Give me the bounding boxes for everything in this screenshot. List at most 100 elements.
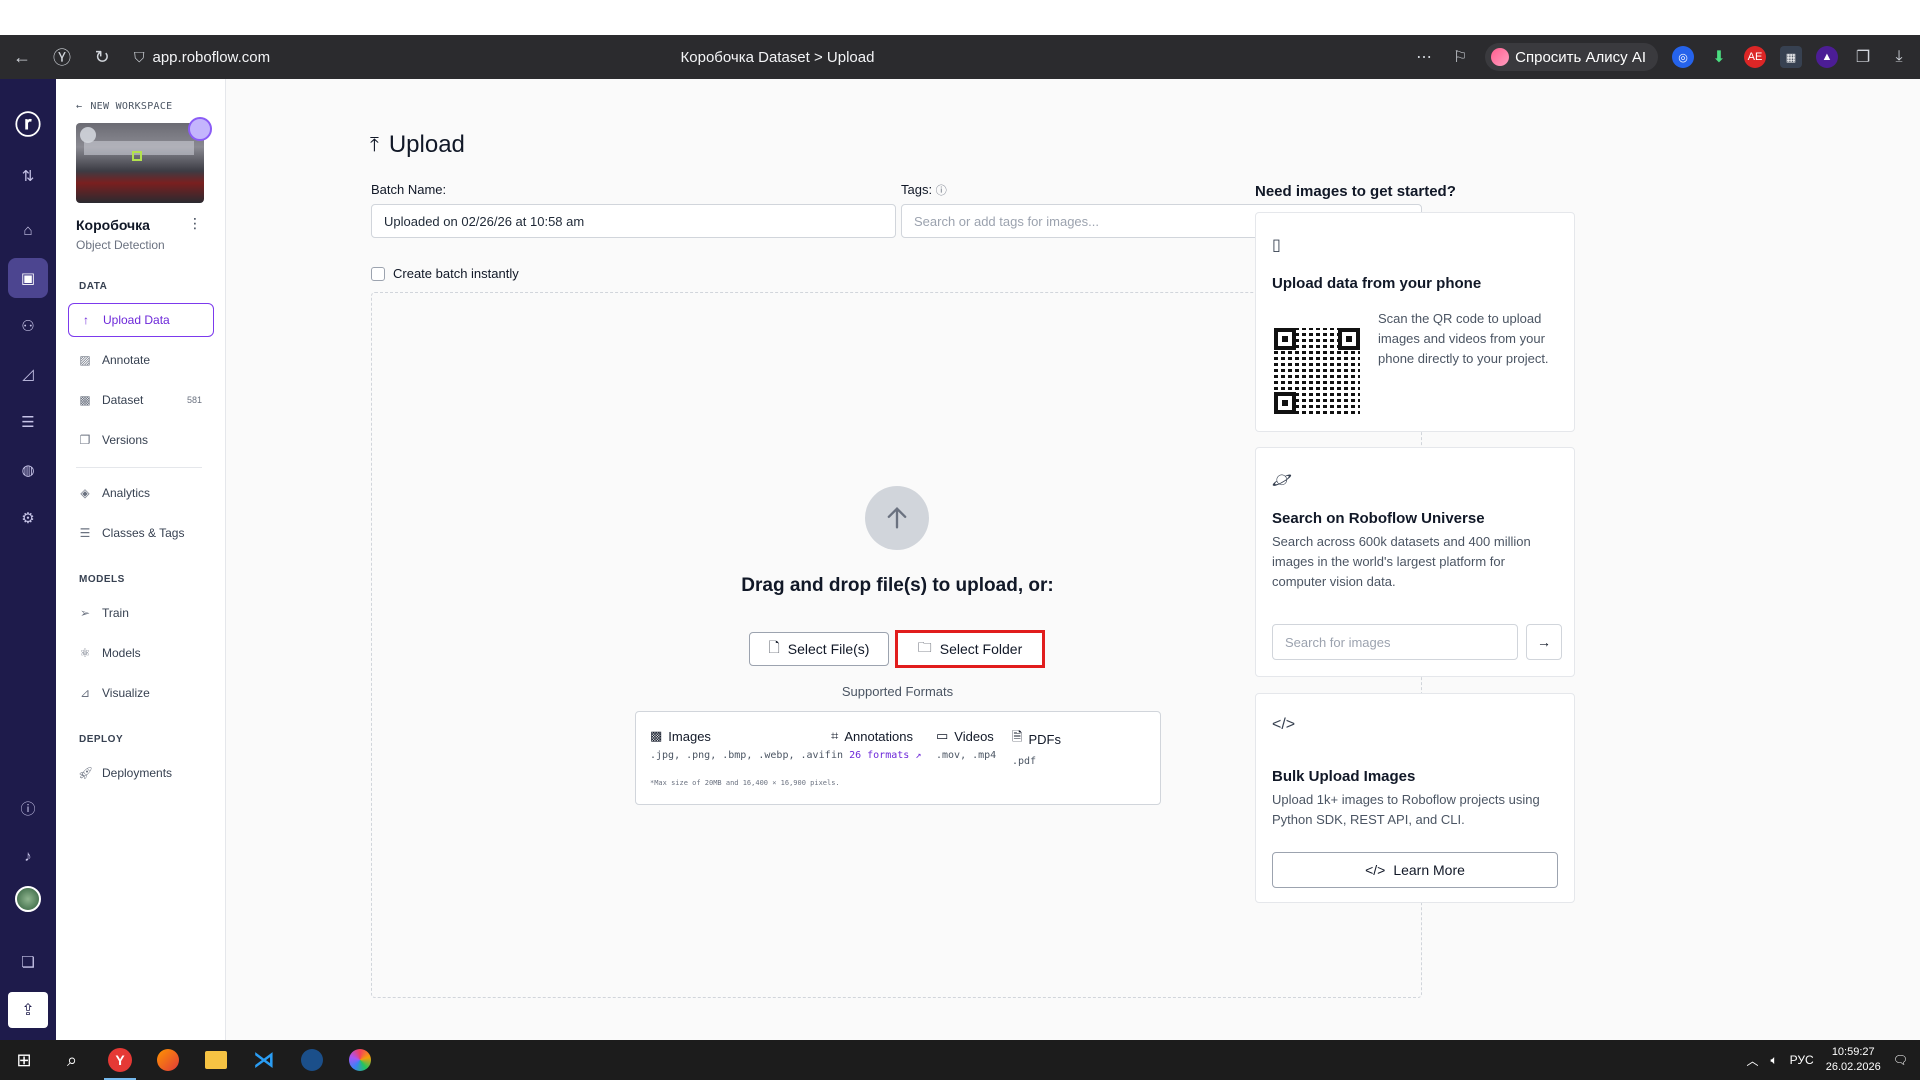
sidebar-item-dataset[interactable]: ▩ Dataset 581 — [68, 383, 214, 417]
sidebar-item-classes-tags[interactable]: ☰ Classes & Tags — [68, 516, 214, 550]
volume-icon[interactable]: 🔈︎ — [1770, 1053, 1777, 1068]
code-icon: </> — [1272, 716, 1296, 733]
project-thumbnail[interactable] — [76, 123, 204, 203]
bounding-box-icon: ⌗ — [831, 728, 839, 743]
upload-icon: ⤒ — [370, 133, 379, 156]
reload-icon[interactable]: ↻ — [84, 39, 120, 75]
grid-extension-icon[interactable]: ▦ — [1780, 46, 1802, 68]
adblock-extension-icon[interactable]: AE — [1744, 46, 1766, 68]
download-extension-icon[interactable]: ⬇ — [1708, 46, 1730, 68]
project-type: Object Detection — [76, 238, 165, 252]
phone-card-title: Upload data from your phone — [1272, 275, 1482, 292]
dataset-count: 581 — [186, 395, 202, 405]
monitoring-icon[interactable]: ◿ — [8, 354, 48, 394]
phone-icon: ▯ — [1272, 237, 1281, 254]
file-explorer-icon[interactable] — [192, 1040, 240, 1080]
learn-more-button[interactable]: </> Learn More — [1272, 852, 1558, 888]
image-icon: ▩ — [650, 728, 663, 743]
alice-button[interactable]: Спросить Алису AI — [1485, 43, 1658, 71]
back-to-workspace-link[interactable]: ← NEW WORKSPACE — [76, 101, 173, 112]
sidebar-item-train[interactable]: ➢ Train — [68, 596, 214, 630]
models-icon: ⚛ — [79, 646, 91, 660]
arrow-left-icon: ← — [76, 101, 83, 112]
yandex-browser-icon[interactable]: Y — [96, 1040, 144, 1080]
sidebar-item-analytics[interactable]: ◈ Analytics — [68, 476, 214, 510]
upload-rail-icon[interactable]: ⇪ — [8, 992, 48, 1028]
universe-icon[interactable]: ◍ — [8, 450, 48, 490]
windows-start-icon[interactable]: ⊞ — [0, 1040, 48, 1080]
downloads-icon[interactable]: ⤓ — [1888, 48, 1910, 66]
vscode-icon[interactable]: ⋊ — [240, 1040, 288, 1080]
sidebar-item-annotate[interactable]: ▨ Annotate — [68, 343, 214, 377]
formats-link[interactable]: 26 formats — [849, 750, 909, 761]
qr-code — [1274, 328, 1360, 414]
status-indicator — [188, 117, 212, 141]
back-arrow-icon[interactable]: ← — [4, 39, 40, 75]
select-folder-button[interactable]: 🗀︎ Select Folder — [895, 630, 1045, 668]
list-icon: ☰ — [79, 526, 91, 540]
page-title: ⤒ Upload — [370, 131, 465, 158]
help-icon[interactable]: ⓘ — [8, 788, 48, 828]
address-bar[interactable]: ⛉ app.roboflow.com — [134, 49, 270, 66]
section-data-label: DATA — [79, 281, 108, 292]
sidebar-item-models[interactable]: ⚛ Models — [68, 636, 214, 670]
workflows-icon[interactable]: ⚇ — [8, 306, 48, 346]
sidebar-item-versions[interactable]: ❐ Versions — [68, 423, 214, 457]
universe-search-input[interactable]: Search for images — [1272, 624, 1518, 660]
hat-extension-icon[interactable]: ▲ — [1816, 46, 1838, 68]
format-images: ▩ Images .jpg, .png, .bmp, .webp, .avif — [650, 728, 831, 761]
project-sidebar: ← NEW WORKSPACE Коробочка ⋮ Object Detec… — [56, 79, 226, 1040]
chart-icon: ⊿ — [79, 686, 91, 700]
create-batch-row[interactable]: Create batch instantly — [371, 266, 519, 281]
batch-name-input[interactable]: Uploaded on 02/26/26 at 10:58 am — [371, 204, 896, 238]
bookmark-icon[interactable]: ⚐ — [1449, 47, 1471, 67]
alice-icon — [1491, 48, 1510, 66]
create-batch-checkbox[interactable] — [371, 266, 385, 281]
extension-icon[interactable]: ◎ — [1672, 46, 1694, 68]
bell-icon[interactable]: ♪ — [8, 836, 48, 876]
language-indicator[interactable]: РУС — [1790, 1053, 1814, 1067]
code-icon: </> — [1365, 862, 1386, 878]
search-icon[interactable]: ⌕ — [48, 1040, 96, 1080]
yandex-icon[interactable]: Ⓨ — [44, 39, 80, 75]
sidebar-item-upload-data[interactable]: ↑ Upload Data — [68, 303, 214, 337]
external-link-icon[interactable]: ↗ — [915, 750, 921, 761]
steam-icon[interactable] — [288, 1040, 336, 1080]
help-circle-icon[interactable]: ⓘ — [936, 185, 947, 197]
browser-toolbar: ← Ⓨ ↻ ⛉ app.roboflow.com Коробочка Datas… — [0, 35, 1920, 79]
deployments-rail-icon[interactable]: ☰ — [8, 402, 48, 442]
collections-icon[interactable]: ❐ — [1852, 47, 1874, 67]
notification-icon[interactable]: 🗨︎ — [1893, 1053, 1908, 1067]
docs-icon[interactable]: ❏ — [8, 942, 48, 982]
paint-icon[interactable] — [336, 1040, 384, 1080]
home-icon[interactable]: ⌂ — [8, 210, 48, 250]
annotate-icon: ▨ — [79, 353, 91, 367]
firefox-icon[interactable] — [144, 1040, 192, 1080]
chevron-up-icon[interactable]: ︿ — [1746, 1052, 1758, 1069]
arrow-right-icon[interactable]: → — [1526, 624, 1562, 660]
url-text: app.roboflow.com — [152, 48, 271, 66]
format-pdfs: 🗎︎ PDFs .pdf — [1012, 729, 1061, 767]
sidebar-item-visualize[interactable]: ⊿ Visualize — [68, 676, 214, 710]
size-note: *Max size of 20MB and 16,400 × 16,900 pi… — [650, 779, 840, 787]
roboflow-logo-icon[interactable]: ⓡ — [15, 105, 41, 142]
right-panel-heading: Need images to get started? — [1255, 183, 1456, 200]
user-avatar[interactable] — [15, 886, 41, 912]
train-icon: ➢ — [79, 606, 91, 620]
clock[interactable]: 10:59:27 26.02.2026 — [1826, 1045, 1881, 1075]
projects-icon[interactable]: ▣ — [8, 258, 48, 298]
settings-icon[interactable]: ⚙ — [8, 498, 48, 538]
more-icon[interactable]: ⋯ — [1413, 47, 1435, 67]
select-files-button[interactable]: 🗋︎ Select File(s) — [749, 632, 889, 666]
universe-card-title: Search on Roboflow Universe — [1272, 510, 1485, 527]
formats-box: ▩ Images .jpg, .png, .bmp, .webp, .avif ⌗… — [635, 711, 1161, 805]
image-icon: ▩ — [79, 393, 91, 407]
bulk-card-title: Bulk Upload Images — [1272, 768, 1416, 785]
arrow-up-icon: ↑ — [83, 313, 89, 327]
versions-icon: ❐ — [79, 433, 91, 447]
kebab-menu-icon[interactable]: ⋮ — [188, 215, 202, 232]
main-content: ⤒ Upload Batch Name: Uploaded on 02/26/2… — [226, 79, 1920, 1040]
switch-icon[interactable]: ⇅ — [8, 156, 48, 196]
sidebar-item-deployments[interactable]: 🚀︎ Deployments — [68, 756, 214, 790]
sidebar-divider — [76, 467, 202, 468]
